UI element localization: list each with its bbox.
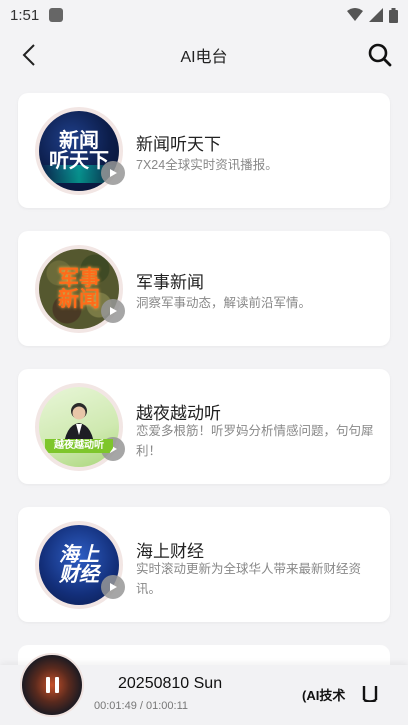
radio-card-news[interactable]: 新闻 听天下 新闻听天下 7X24全球实时资讯播报。 bbox=[18, 93, 390, 208]
back-button[interactable] bbox=[16, 42, 42, 68]
signal-icon bbox=[369, 8, 383, 22]
back-arrow-icon bbox=[22, 44, 35, 66]
cover-frame: 新闻 听天下 bbox=[35, 107, 125, 195]
battery-icon bbox=[389, 7, 398, 23]
cover-frame: 海上 财经 bbox=[35, 521, 125, 609]
status-bar: 1:51 bbox=[0, 0, 408, 30]
cover-line: 新闻 bbox=[58, 288, 100, 311]
cover-line: 新闻 bbox=[59, 130, 99, 152]
play-icon[interactable] bbox=[101, 299, 125, 323]
status-time: 1:51 bbox=[10, 6, 40, 24]
cover-line: 海上 bbox=[59, 544, 99, 566]
pause-icon[interactable] bbox=[45, 677, 59, 693]
cover-line: 军事 bbox=[58, 267, 100, 290]
cover-line: 越夜越动听 bbox=[45, 439, 113, 453]
wifi-icon bbox=[347, 8, 363, 21]
search-button[interactable] bbox=[366, 41, 394, 69]
play-icon[interactable] bbox=[101, 575, 125, 599]
cover-line: 财经 bbox=[59, 564, 99, 586]
card-description: 恋爱多根筋！听罗妈分析情感问题，句句犀利！ bbox=[136, 424, 374, 458]
card-description: 7X24全球实时资讯播报。 bbox=[136, 158, 278, 172]
search-icon bbox=[368, 43, 392, 67]
playlist-icon[interactable] bbox=[358, 681, 382, 705]
card-title: 新闻听天下 bbox=[136, 135, 221, 154]
cover-frame: 军事 新闻 bbox=[35, 245, 125, 333]
radio-list: 新闻 听天下 新闻听天下 7X24全球实时资讯播报。 军事 新闻 军事新闻 洞察… bbox=[18, 93, 390, 645]
card-title: 军事新闻 bbox=[136, 273, 204, 292]
card-description: 实时滚动更新为全球华人带来最新财经资讯。 bbox=[136, 562, 362, 596]
player-progress-time: 00:01:49 / 01:00:11 bbox=[94, 700, 188, 712]
page-title: AI电台 bbox=[180, 49, 228, 66]
player-cover[interactable] bbox=[20, 653, 84, 717]
mini-player[interactable]: 20250810 Sun 00:01:49 / 01:00:11 (AI技术 bbox=[0, 653, 408, 725]
card-description: 洞察军事动态，解读前沿军情。 bbox=[136, 296, 312, 310]
player-track-title: 20250810 Sun bbox=[118, 675, 223, 692]
app-header: AI电台 bbox=[0, 34, 408, 76]
radio-card-night[interactable]: 越夜越动听 越夜越动听 恋爱多根筋！听罗妈分析情感问题，句句犀利！ bbox=[18, 369, 390, 484]
radio-card-military[interactable]: 军事 新闻 军事新闻 洞察军事动态，解读前沿军情。 bbox=[18, 231, 390, 346]
player-track-tag: (AI技术 bbox=[302, 688, 346, 703]
cover-frame: 越夜越动听 bbox=[35, 383, 125, 471]
cover-line: 听天下 bbox=[49, 150, 109, 172]
notification-icon bbox=[49, 8, 64, 22]
radio-card-finance[interactable]: 海上 财经 海上财经 实时滚动更新为全球华人带来最新财经资讯。 bbox=[18, 507, 390, 622]
